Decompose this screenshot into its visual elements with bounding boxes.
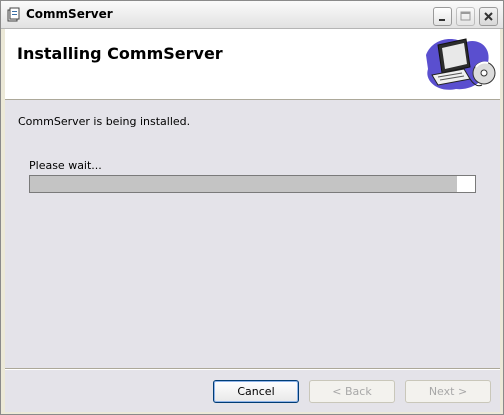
install-progress-bar (29, 175, 476, 193)
back-button[interactable]: < Back (309, 380, 395, 403)
computer-with-disc-icon (418, 33, 500, 95)
title-bar[interactable]: CommServer (1, 1, 503, 29)
installer-window: CommServer Installing CommServer CommSer… (0, 0, 504, 415)
wizard-body: CommServer is being installed. Please wa… (5, 100, 500, 368)
close-button[interactable] (479, 7, 498, 26)
next-button[interactable]: Next > (405, 380, 491, 403)
installer-icon (6, 7, 22, 23)
window-title: CommServer (26, 7, 113, 21)
close-icon (484, 12, 493, 21)
maximize-icon (460, 11, 471, 21)
please-wait-label: Please wait... (29, 159, 102, 172)
maximize-button[interactable] (456, 7, 475, 26)
cancel-button[interactable]: Cancel (213, 380, 299, 403)
wizard-footer: Cancel < Back Next > (5, 370, 500, 412)
page-title: Installing CommServer (17, 44, 223, 63)
wizard-header: Installing CommServer (5, 29, 500, 100)
minimize-button[interactable] (433, 7, 452, 26)
install-status-text: CommServer is being installed. (18, 115, 191, 128)
progress-fill (30, 176, 458, 192)
minimize-icon (439, 19, 445, 21)
